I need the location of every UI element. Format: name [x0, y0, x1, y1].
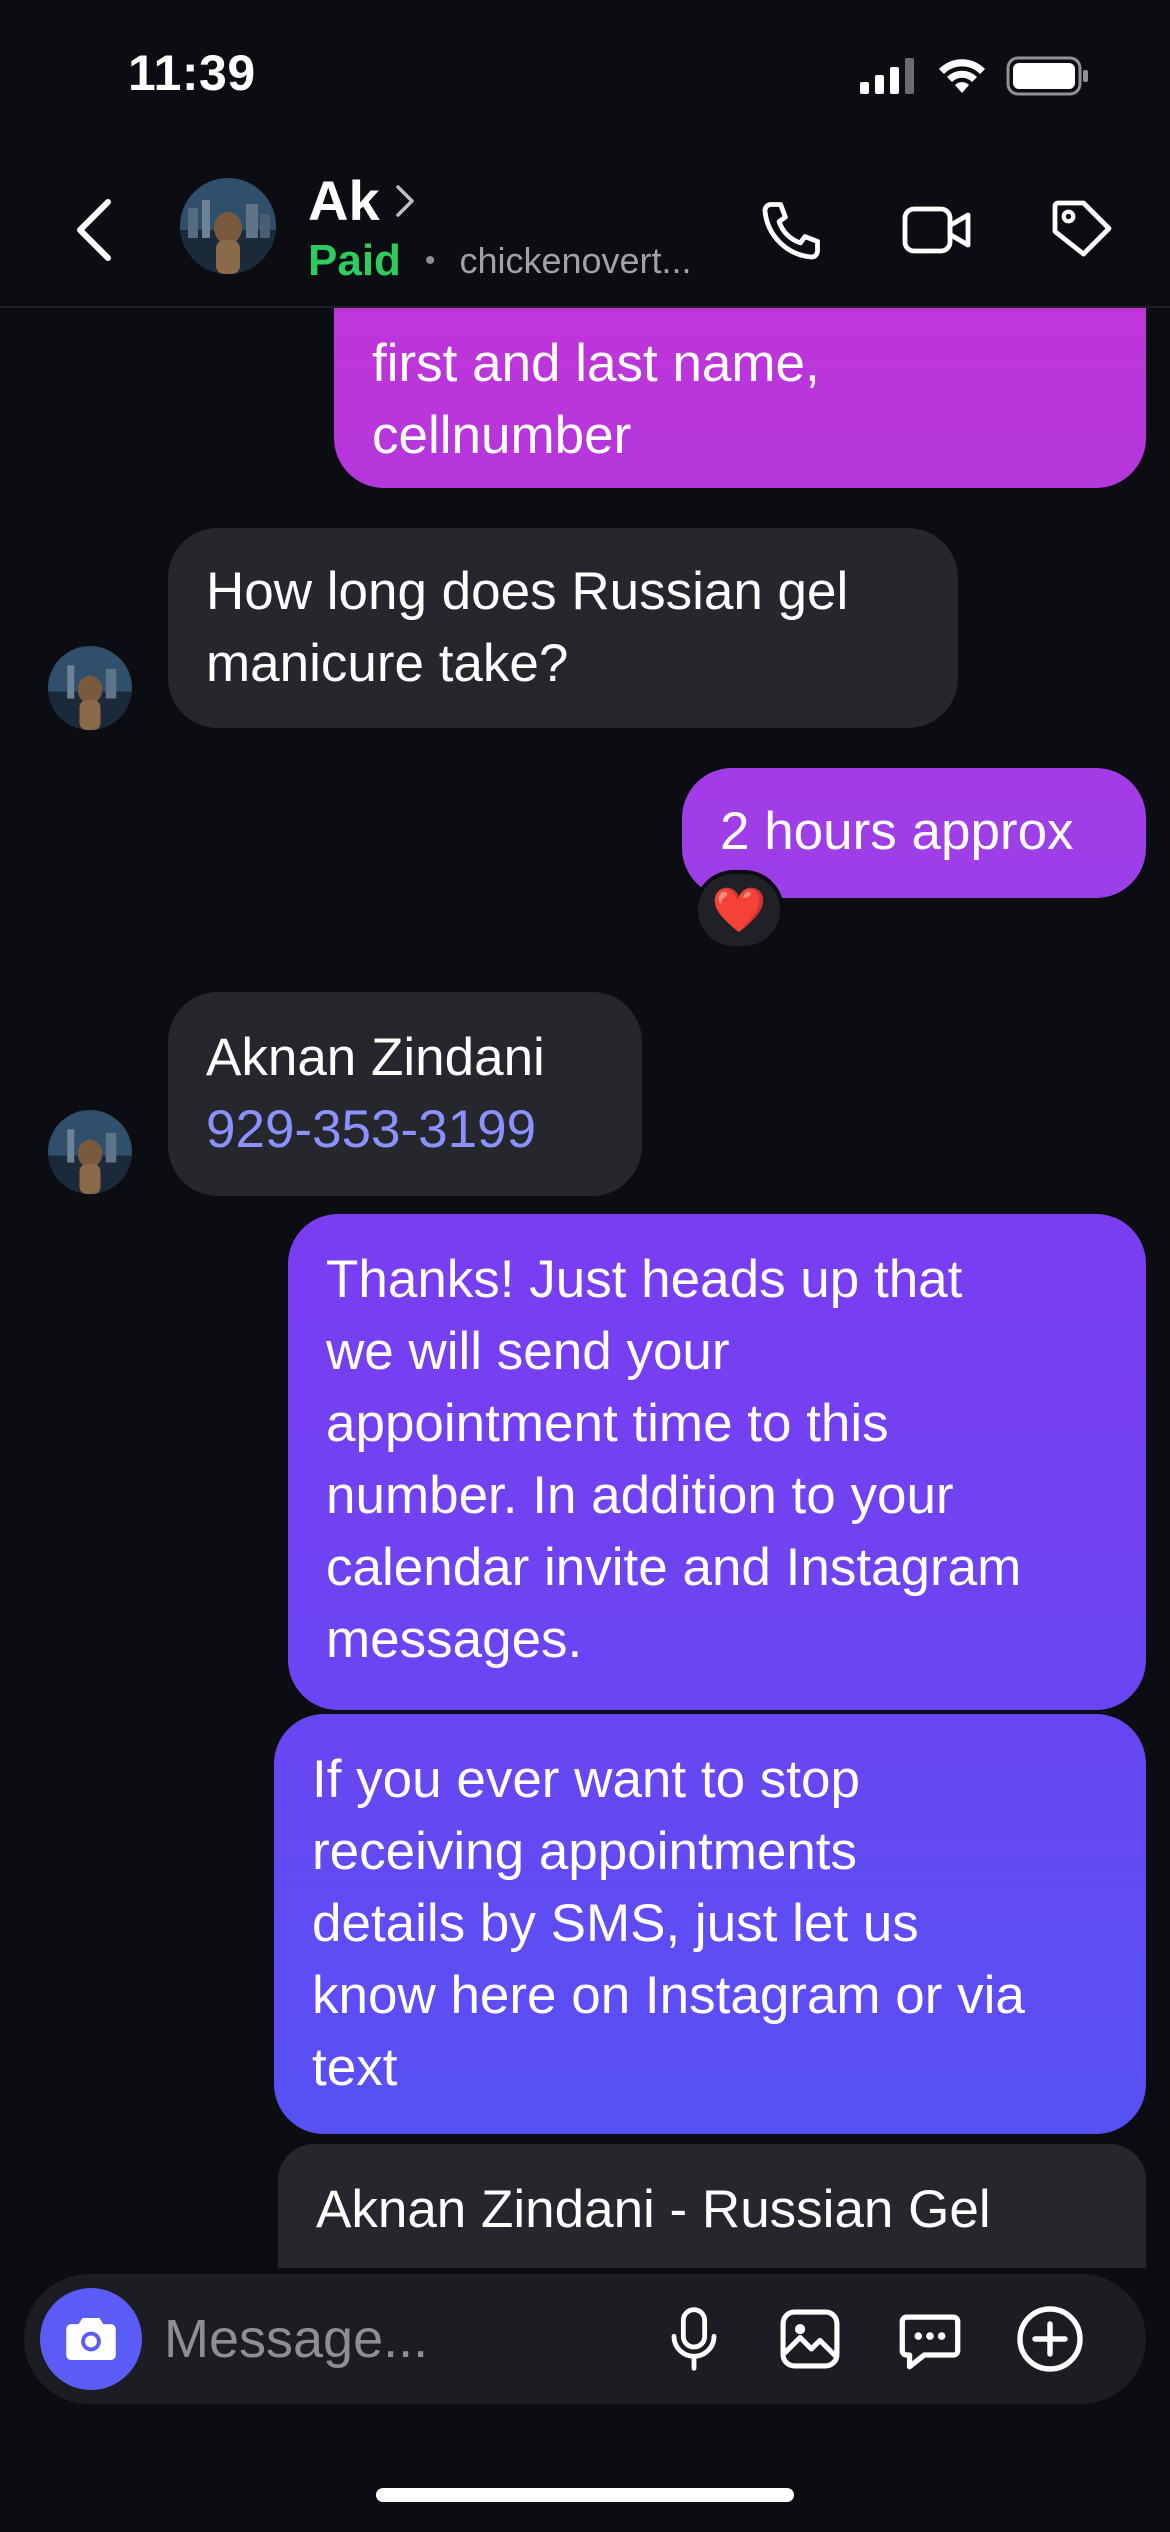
message-text-line: receiving appointments	[312, 1822, 858, 1881]
heart-reaction-icon: ❤️	[711, 886, 767, 935]
camera-icon	[66, 2317, 116, 2361]
message-composer	[24, 2274, 1146, 2404]
message-bubble-incoming[interactable]: Aknan Zindani 929-353-3199	[168, 992, 642, 1196]
status-bar: 11:39	[0, 0, 1170, 150]
gallery-button[interactable]	[770, 2299, 850, 2379]
label-button[interactable]	[1040, 188, 1124, 272]
sticker-button[interactable]	[890, 2299, 970, 2379]
contact-share-name: Aknan Zindani	[206, 1028, 545, 1087]
battery-icon	[1006, 56, 1088, 96]
back-chevron-icon	[77, 199, 111, 261]
message-text-line: details by SMS, just let us	[312, 1894, 919, 1953]
back-button[interactable]	[64, 190, 124, 270]
chevron-right-icon	[395, 184, 414, 217]
message-text-line: we will send your	[326, 1322, 730, 1381]
message-text-line: first and last name,	[372, 334, 820, 393]
dm-thread-screen: 11:39 Ak Paid • chickenovert... first an…	[0, 0, 1170, 2532]
message-text-line: Thanks! Just heads up that	[326, 1250, 963, 1309]
message-text-line: Aknan Zindani - Russian Gel	[316, 2180, 991, 2239]
camera-button[interactable]	[40, 2288, 142, 2390]
home-indicator[interactable]	[376, 2488, 794, 2502]
message-text-line: cellnumber	[372, 406, 632, 465]
gallery-icon	[780, 2309, 840, 2369]
contact-subtitle: Paid • chickenovert...	[308, 236, 692, 286]
status-icons	[860, 56, 1090, 96]
message-text-line: know here on Instagram or via	[312, 1966, 1025, 2025]
tag-icon	[1052, 200, 1112, 257]
message-text-line: text	[312, 2038, 398, 2097]
wifi-icon	[939, 59, 985, 93]
message-input[interactable]	[164, 2302, 544, 2376]
video-call-icon	[902, 206, 971, 254]
avatar-photo	[180, 178, 276, 274]
message-text-line: messages.	[326, 1610, 583, 1669]
paid-status-label: Paid	[308, 236, 401, 285]
status-time: 11:39	[128, 45, 256, 101]
conversation-header: Ak Paid • chickenovert...	[0, 150, 1170, 308]
audio-call-icon	[762, 202, 820, 260]
contact-name[interactable]: Ak	[308, 168, 380, 233]
message-text-line: calendar invite and Instagram	[326, 1538, 1022, 1597]
avatar-photo	[48, 1110, 132, 1194]
microphone-icon	[671, 2307, 717, 2371]
sticker-icon	[899, 2314, 961, 2370]
message-bubble-outgoing[interactable]: If you ever want to stop receiving appoi…	[274, 1714, 1146, 2134]
message-text-line: appointment time to this	[326, 1394, 889, 1453]
video-call-button[interactable]	[896, 188, 980, 272]
message-bubble-outgoing[interactable]: first and last name, cellnumber	[334, 308, 1146, 488]
message-text-line: number. In addition to your	[326, 1466, 954, 1525]
audio-call-button[interactable]	[750, 188, 834, 272]
message-text-line: 2 hours approx	[720, 802, 1074, 861]
contact-name-row[interactable]: Ak	[308, 168, 416, 233]
message-list[interactable]: first and last name, cellnumber How long…	[0, 308, 1170, 2268]
message-reaction[interactable]: ❤️	[694, 870, 784, 950]
message-text-line: manicure take?	[206, 634, 569, 693]
message-text-line: If you ever want to stop	[312, 1750, 860, 1809]
sender-avatar[interactable]	[48, 1110, 132, 1194]
message-text-line: How long does Russian gel	[206, 562, 849, 621]
voice-message-button[interactable]	[654, 2299, 734, 2379]
contact-avatar[interactable]	[180, 178, 276, 274]
sender-avatar[interactable]	[48, 646, 132, 730]
add-more-button[interactable]	[1010, 2299, 1090, 2379]
contact-handle: chickenovert...	[459, 240, 692, 281]
message-bubble-outgoing[interactable]: Thanks! Just heads up that we will send …	[288, 1214, 1146, 1710]
add-icon	[1017, 2306, 1083, 2372]
avatar-photo	[48, 646, 132, 730]
message-bubble-incoming[interactable]: How long does Russian gel manicure take?	[168, 528, 958, 728]
message-bubble-outgoing-card[interactable]: Aknan Zindani - Russian Gel	[278, 2144, 1146, 2268]
cellular-signal-icon	[860, 58, 914, 94]
phone-number-link[interactable]: 929-353-3199	[206, 1094, 604, 1166]
separator-dot: •	[424, 244, 436, 277]
